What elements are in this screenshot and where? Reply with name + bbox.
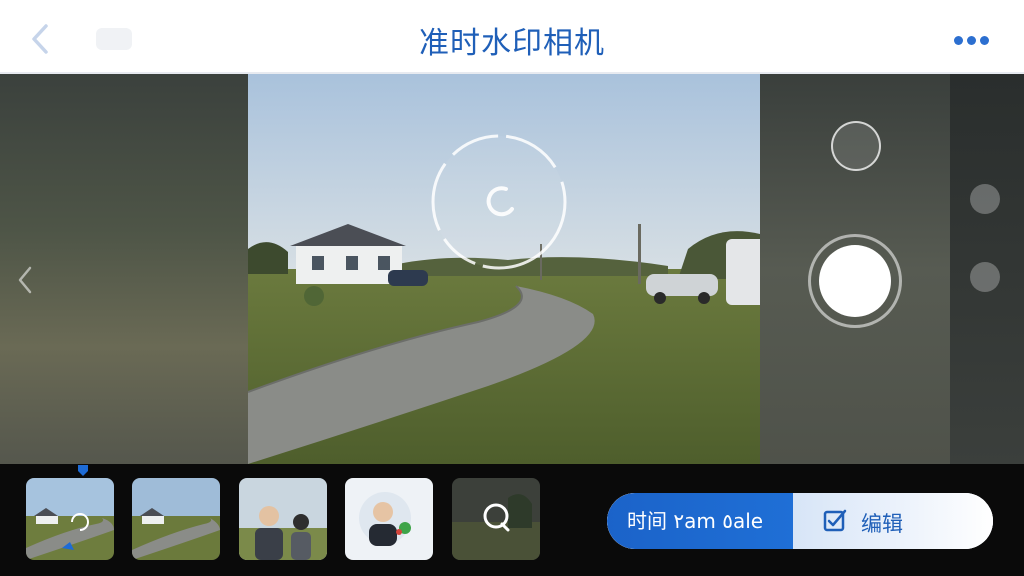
shutter-button[interactable] <box>808 234 902 328</box>
page-title: 准时水印相机 <box>419 26 605 61</box>
loading-spinner-icon <box>424 127 574 277</box>
side-option-button-1[interactable] <box>970 184 1000 214</box>
watermark-bar: 时间 ٢am ٥ale 编辑 <box>607 493 993 549</box>
more-button[interactable] <box>954 32 996 45</box>
previous-button[interactable] <box>14 264 36 296</box>
side-option-button-2[interactable] <box>970 262 1000 292</box>
more-dots-icon <box>954 32 993 49</box>
thumbnail-4[interactable] <box>345 478 433 560</box>
thumbnail-3[interactable] <box>239 478 327 560</box>
edit-watermark-button[interactable]: 编辑 <box>793 493 993 549</box>
edit-label: 编辑 <box>861 512 903 536</box>
time-watermark-button[interactable]: 时间 ٢am ٥ale <box>607 493 793 549</box>
thumbnail-1[interactable] <box>26 478 114 560</box>
top-bar: 准时水印相机 <box>0 0 1024 74</box>
shutter-button-icon <box>819 245 891 317</box>
circle-icon[interactable] <box>831 121 881 171</box>
thumbnail-2[interactable] <box>132 478 220 560</box>
selected-thumbnail-marker-icon <box>77 464 89 476</box>
edit-checkbox-icon <box>823 509 847 532</box>
thumbnail-5[interactable] <box>452 478 540 560</box>
blurred-preview-left <box>0 74 248 464</box>
chevron-left-icon <box>18 266 32 294</box>
